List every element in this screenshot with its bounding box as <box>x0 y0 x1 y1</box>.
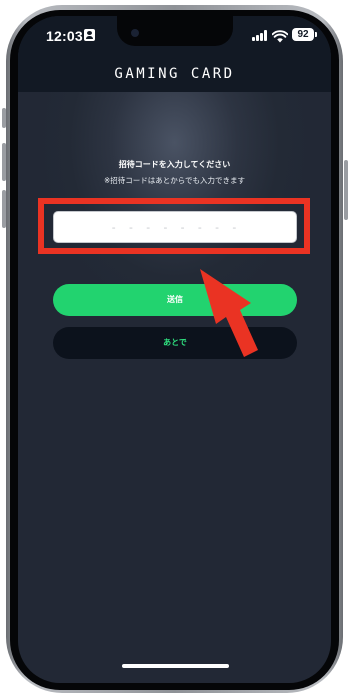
send-button[interactable]: 送信 <box>53 284 297 316</box>
power-button <box>344 160 348 220</box>
home-indicator <box>122 664 229 668</box>
app-title: GAMING CARD <box>114 66 235 82</box>
invite-code-note: ※招待コードはあとからでも入力できます <box>103 176 246 185</box>
app-header: GAMING CARD <box>18 62 331 92</box>
action-button <box>2 108 6 128</box>
invite-code-input[interactable] <box>53 211 297 243</box>
wifi-icon <box>271 28 289 43</box>
status-time: 12:03 <box>46 28 83 44</box>
person-icon <box>84 29 95 41</box>
volume-down-button <box>2 190 6 228</box>
volume-up-button <box>2 143 6 181</box>
later-button[interactable]: あとで <box>53 327 297 359</box>
status-bar: 12:03 92 <box>18 16 331 62</box>
front-camera-icon <box>131 29 139 37</box>
signal-icon <box>252 30 268 41</box>
battery-icon: 92 <box>292 28 317 41</box>
app-screen: 12:03 92 GAMING CARD 招待コードを入力してください ※招待コ… <box>18 16 331 683</box>
invite-code-prompt: 招待コードを入力してください <box>118 160 231 169</box>
